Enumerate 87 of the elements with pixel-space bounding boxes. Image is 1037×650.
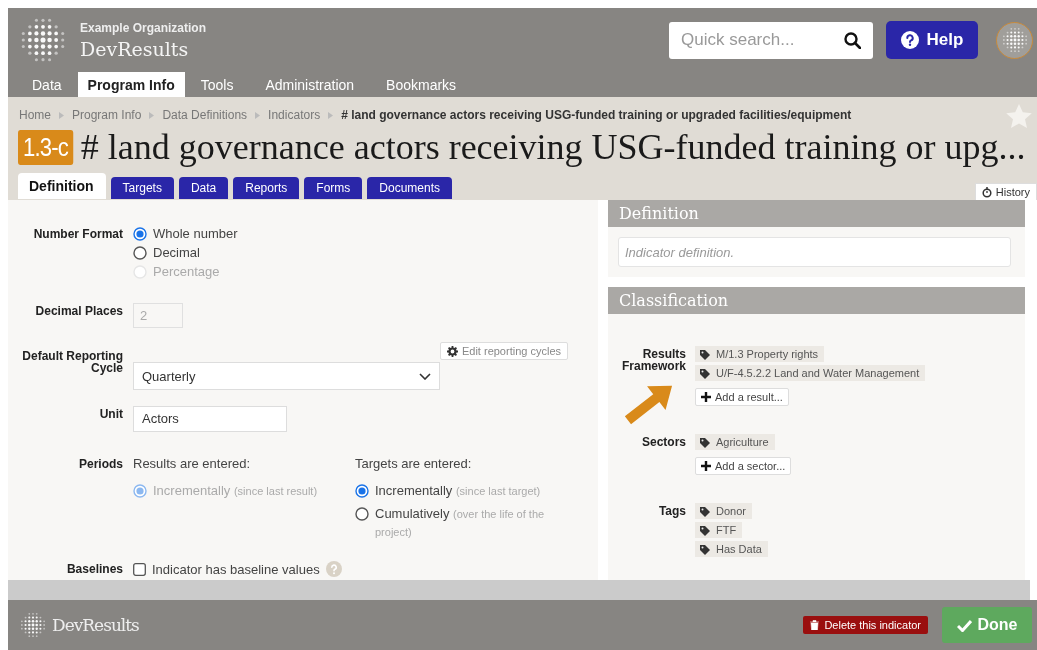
breadcrumb-link[interactable]: Data Definitions (162, 108, 248, 122)
stopwatch-icon (981, 186, 992, 198)
option-label: Incrementally (since last result) (153, 482, 318, 500)
brand-name: DevResults (52, 615, 139, 635)
group-heading: Results are entered: (133, 456, 252, 471)
tab[interactable]: Reports (233, 177, 300, 199)
panel-heading: Definition (608, 200, 1025, 227)
radio-button[interactable] (133, 226, 147, 241)
search-field[interactable]: Quick search... (669, 21, 873, 59)
field-label: Default Reporting Cycle (21, 348, 123, 374)
checkbox[interactable] (133, 562, 146, 576)
field-label: Number Format (32, 226, 123, 240)
logo-icon (20, 612, 46, 638)
help-icon (325, 561, 342, 577)
tag-icon (699, 367, 710, 379)
tab[interactable]: Definition (18, 173, 106, 199)
trash-icon (810, 620, 820, 630)
help-button[interactable]: Help (886, 21, 978, 59)
radio-button[interactable] (133, 245, 147, 260)
chevron-down-icon (419, 372, 431, 380)
option-label: Percentage (153, 264, 220, 279)
globe-icon (1001, 27, 1028, 53)
tag-chip[interactable]: U/F-4.5.2.2 Land and Water Management (695, 365, 926, 381)
tag-icon (699, 505, 710, 517)
tab[interactable]: Documents (367, 177, 452, 199)
question-icon (900, 31, 919, 49)
tab[interactable]: Forms (304, 177, 363, 199)
option-label: Cumulatively (over the life of the project) (375, 505, 546, 540)
gear-icon (446, 345, 458, 357)
breadcrumb-link[interactable]: Program Info (72, 108, 142, 122)
field-label: Baselines (65, 561, 123, 575)
radio-button[interactable] (355, 484, 369, 498)
field-label: Unit (98, 406, 123, 420)
tag-chip[interactable]: Agriculture (695, 434, 775, 450)
search-icon (844, 31, 861, 49)
checkmark-icon (956, 618, 972, 632)
breadcrumb-link[interactable]: Indicators (268, 108, 321, 122)
checkbox-label: Indicator has baseline values (152, 561, 320, 577)
horizontal-scrollbar[interactable] (8, 580, 1030, 600)
add-button[interactable]: Add a sector... (695, 457, 792, 475)
delete-button[interactable]: Delete this indicator (803, 616, 928, 634)
decimal-places-field: 2 (133, 303, 183, 328)
tag-icon (699, 524, 710, 536)
nav-tab[interactable]: Program Info (77, 72, 185, 97)
unit-field[interactable]: Actors (133, 406, 287, 432)
option-label: Decimal (153, 245, 200, 260)
tag-icon (699, 436, 710, 448)
organization-name: Example Organization (80, 20, 207, 35)
history-button[interactable]: History (974, 183, 1037, 200)
nav-tab[interactable]: Tools (184, 72, 250, 97)
tab[interactable]: Data (178, 177, 229, 199)
chevron-icon (149, 111, 155, 119)
nav-tab[interactable]: Data (16, 72, 78, 97)
indicator-title: # land governance actors receiving USG-funded training or upg... (80, 126, 1026, 168)
nav-tab[interactable]: Bookmarks (370, 72, 473, 97)
field-label: Results Framework (620, 346, 686, 372)
nav-tab[interactable]: Administration (249, 72, 371, 97)
field-label: Sectors (640, 434, 686, 448)
tag-chip[interactable]: M/1.3 Property rights (695, 346, 825, 362)
tag-chip[interactable]: Donor (695, 503, 752, 519)
star-icon[interactable] (1005, 103, 1033, 130)
chevron-icon (59, 111, 64, 119)
plus-icon (701, 461, 711, 471)
plus-icon (701, 392, 711, 402)
field-label: Decimal Places (34, 303, 123, 317)
reporting-cycle-dropdown[interactable]: Quarterly (133, 362, 440, 390)
edit-reporting-cycles-button[interactable]: Edit reporting cycles (439, 342, 568, 360)
breadcrumb-current: # land governance actors receiving USG-funded training or upgraded facilities/equipment (341, 108, 852, 122)
tag-chip[interactable]: Has Data (695, 541, 768, 557)
tag-icon (699, 543, 710, 555)
option-label: Whole number (153, 226, 238, 241)
field-label: Tags (657, 503, 686, 517)
group-heading: Targets are entered: (355, 456, 473, 471)
logo-icon (20, 17, 66, 63)
tab[interactable]: Targets (110, 177, 174, 199)
indicator-code: 1.3-c (18, 129, 74, 165)
user-avatar[interactable] (996, 21, 1033, 59)
chevron-icon (328, 111, 334, 119)
tag-icon (699, 348, 710, 360)
tag-chip[interactable]: FTF (695, 522, 743, 538)
panel-heading: Classification (608, 287, 1025, 314)
radio-button[interactable] (355, 507, 369, 521)
option-label: Incrementally (since last target) (375, 482, 541, 500)
add-button[interactable]: Add a result... (695, 388, 789, 406)
field-label: Periods (78, 456, 123, 470)
app-name: DevResults (80, 37, 190, 60)
chevron-icon (255, 111, 261, 119)
